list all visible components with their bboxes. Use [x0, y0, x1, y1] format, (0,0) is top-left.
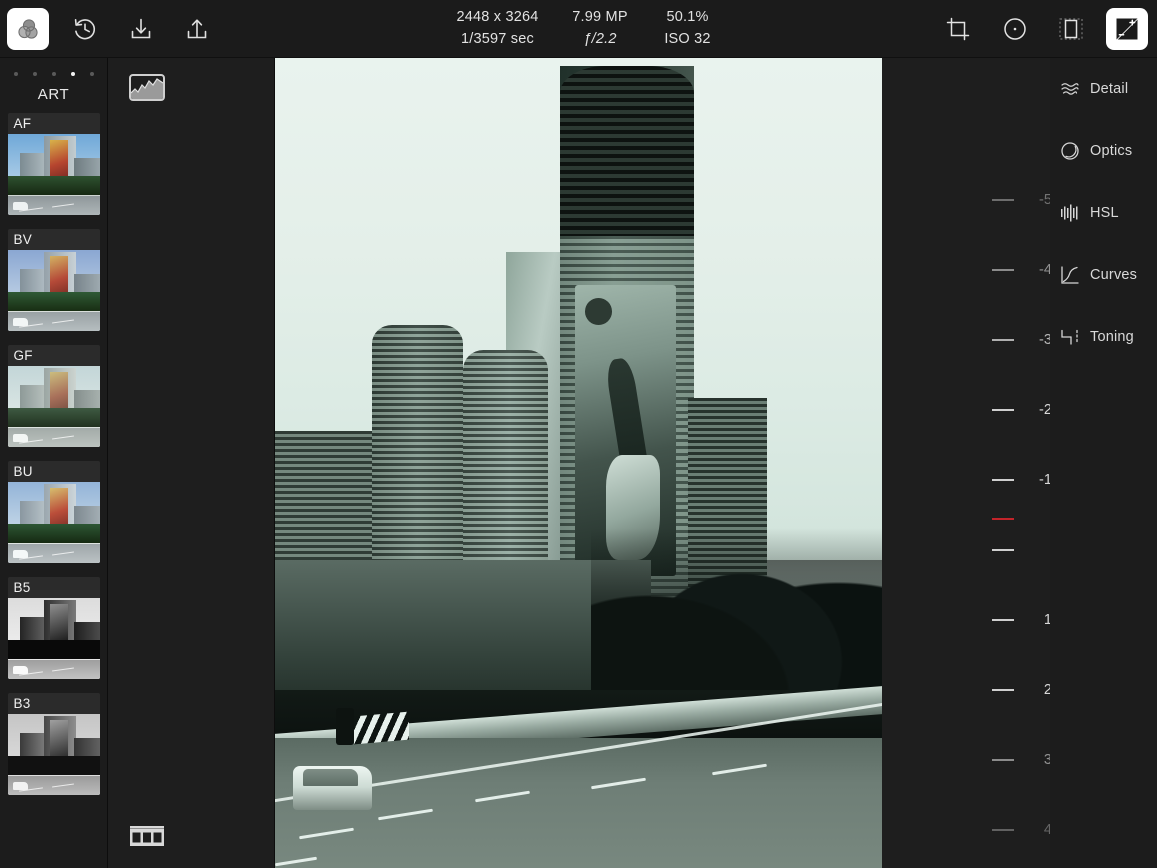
preset-item-bu[interactable]: BU	[7, 461, 100, 563]
page-dot-4[interactable]	[70, 72, 75, 76]
page-dot-2[interactable]	[32, 72, 37, 76]
menu-label: Detail	[1090, 81, 1129, 97]
meta-zoom-level: 50.1%	[666, 9, 709, 25]
tick-dash	[992, 339, 1014, 341]
top-toolbar: 2448 x 3264 7.99 MP 50.1% 1/3597 sec ƒ/2…	[0, 0, 1157, 58]
exposure-adjust-icon	[1114, 16, 1140, 42]
filmstrip-icon	[130, 826, 164, 853]
tick-dash	[992, 269, 1014, 271]
preset-thumbnail	[7, 482, 100, 563]
menu-item-curves[interactable]: Curves	[1050, 253, 1157, 297]
lens-optics-icon	[1060, 141, 1080, 161]
tick-dash	[992, 759, 1014, 761]
menu-label: HSL	[1090, 205, 1119, 221]
presets-tool-button[interactable]	[7, 8, 49, 50]
preset-thumbnail	[7, 714, 100, 795]
preset-label: BU	[13, 464, 33, 479]
preset-item-gf[interactable]: GF	[7, 345, 100, 447]
meta-megapixels: 7.99 MP	[572, 9, 628, 25]
download-import-icon	[128, 16, 154, 42]
history-revert-icon	[71, 15, 99, 43]
hsl-bars-icon	[1060, 203, 1080, 223]
preset-thumbnail	[7, 250, 100, 331]
menu-item-toning[interactable]: Toning	[1050, 315, 1157, 359]
export-tool-button[interactable]	[176, 8, 218, 50]
meta-iso: ISO 32	[664, 31, 711, 47]
overlapping-circles-icon	[15, 16, 41, 42]
preset-thumbnail	[7, 366, 100, 447]
preset-item-b3[interactable]: B3	[7, 693, 100, 795]
preset-page-dots[interactable]	[0, 58, 107, 80]
frame-tool-button[interactable]	[1050, 8, 1092, 50]
menu-label: Curves	[1090, 267, 1138, 283]
tick-dash	[992, 829, 1014, 831]
menu-item-detail[interactable]: Detail	[1050, 67, 1157, 111]
tick-dash	[992, 619, 1014, 621]
preset-thumbnail	[7, 134, 100, 215]
tick-dash	[992, 689, 1014, 691]
image-metadata: 2448 x 3264 7.99 MP 50.1% 1/3597 sec ƒ/2…	[440, 8, 730, 49]
photo-canvas[interactable]	[275, 58, 882, 868]
page-dot-1[interactable]	[13, 72, 18, 76]
filmstrip-toggle-button[interactable]	[130, 826, 164, 849]
page-dot-5[interactable]	[89, 72, 94, 76]
curves-icon	[1060, 265, 1080, 285]
vignette-tool-button[interactable]	[994, 8, 1036, 50]
current-value-marker	[992, 518, 1014, 520]
import-tool-button[interactable]	[120, 8, 162, 50]
tool-column	[108, 58, 275, 868]
preset-thumbnail	[7, 598, 100, 679]
waves-detail-icon	[1060, 79, 1080, 99]
tick-dash	[992, 479, 1014, 481]
photo-preview-image	[275, 58, 882, 868]
photo-editor-app: 2448 x 3264 7.99 MP 50.1% 1/3597 sec ƒ/2…	[0, 0, 1157, 868]
menu-item-optics[interactable]: Optics	[1050, 129, 1157, 173]
tick-dash	[992, 549, 1014, 551]
preset-item-b5[interactable]: B5	[7, 577, 100, 679]
adjust-tool-button[interactable]	[1106, 8, 1148, 50]
preset-sidebar[interactable]: ART AF BV GF BU B5 B3	[0, 58, 108, 868]
histogram-icon	[131, 78, 163, 99]
frame-border-icon	[1057, 16, 1085, 42]
meta-shutter-speed: 1/3597 sec	[461, 31, 534, 47]
toning-icon	[1060, 327, 1080, 347]
circle-vignette-icon	[1002, 16, 1028, 42]
page-dot-3[interactable]	[51, 72, 56, 76]
share-export-icon	[184, 16, 210, 42]
crop-tool-button[interactable]	[937, 8, 979, 50]
preset-label: GF	[13, 348, 33, 363]
preset-item-af[interactable]: AF	[7, 113, 100, 215]
preset-label: BV	[13, 232, 33, 247]
menu-item-hsl[interactable]: HSL	[1050, 191, 1157, 235]
preset-item-bv[interactable]: BV	[7, 229, 100, 331]
history-tool-button[interactable]	[64, 8, 106, 50]
preset-label: B5	[13, 580, 31, 595]
menu-label: Toning	[1090, 329, 1134, 345]
histogram-toggle-button[interactable]	[129, 74, 165, 101]
tick-dash	[992, 199, 1014, 201]
preset-label: AF	[13, 116, 32, 131]
meta-aperture: ƒ/2.2	[583, 31, 617, 47]
crop-icon	[945, 16, 971, 42]
preset-category-label: ART	[37, 86, 70, 103]
value-scale-strip[interactable]: -50 -40 -30 -20 -10 0 10 20	[882, 58, 1060, 868]
menu-label: Optics	[1090, 143, 1133, 159]
preset-label: B3	[13, 696, 31, 711]
adjustment-panel: Detail Optics HSL Curves Toning	[1050, 58, 1157, 868]
meta-dimensions: 2448 x 3264	[456, 9, 539, 25]
tick-dash	[992, 409, 1014, 411]
